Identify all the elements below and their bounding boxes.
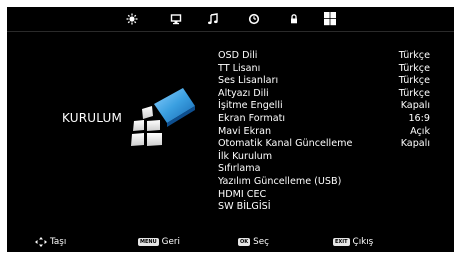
tab-channel[interactable] — [166, 10, 186, 28]
section-title: KURULUM — [62, 111, 123, 125]
menu-item-label: Yazılım Güncelleme (USB) — [218, 175, 342, 187]
menu-item-reset[interactable]: Sıfırlama — [218, 163, 448, 176]
menu-item-tt-language[interactable]: TT Lisanı Türkçe — [218, 63, 448, 76]
menu-item-label: SW BİLGİSİ — [218, 201, 271, 213]
menu-item-value: Kapalı — [400, 138, 430, 150]
menu-key-icon: MENU — [138, 238, 159, 246]
menu-item-label: OSD Dili — [218, 50, 258, 61]
bottom-hint-bar: Taşı MENU Geri OK Seç EXIT Çıkış — [7, 233, 454, 252]
hint-exit-label: Çıkış — [352, 237, 374, 247]
picture-icon — [126, 13, 138, 25]
menu-item-value: 16:9 — [408, 112, 430, 124]
ok-key-icon: OK — [238, 238, 251, 246]
tab-lock[interactable] — [284, 10, 304, 28]
clock-icon — [248, 13, 260, 25]
arrows-icon — [35, 237, 47, 247]
menu-item-auto-channel-update[interactable]: Otomatik Kanal Güncelleme Kapalı — [218, 138, 448, 151]
tab-sound[interactable] — [203, 10, 223, 28]
menu-item-label: Sıfırlama — [218, 163, 261, 175]
menu-item-value: Türkçe — [398, 75, 430, 87]
menu-item-label: Otomatik Kanal Güncelleme — [218, 138, 353, 150]
menu-item-first-installation[interactable]: İlk Kurulum — [218, 151, 448, 164]
hint-exit: EXIT Çıkış — [333, 237, 373, 247]
monitor-icon — [170, 14, 182, 25]
top-divider — [7, 31, 454, 32]
menu-item-label: Ekran Formatı — [218, 112, 286, 124]
setup-grid-icon — [324, 12, 336, 26]
tv-screen: KURULUM OSD Dili Türkçe TT Lisanı Türkçe… — [7, 7, 454, 252]
hint-select: OK Seç — [238, 237, 269, 247]
setup-menu-list: OSD Dili Türkçe TT Lisanı Türkçe Ses Lis… — [218, 50, 448, 214]
menu-item-label: İlk Kurulum — [218, 150, 273, 162]
menu-item-hdmi-cec[interactable]: HDMI CEC — [218, 189, 448, 202]
menu-item-audio-languages[interactable]: Ses Lisanları Türkçe — [218, 75, 448, 88]
tab-picture[interactable] — [122, 10, 142, 28]
menu-item-value: Türkçe — [398, 62, 430, 74]
top-tab-bar — [7, 7, 454, 31]
menu-item-label: İşitme Engelli — [218, 100, 283, 112]
menu-item-label: TT Lisanı — [218, 62, 261, 74]
exit-key-icon: EXIT — [333, 238, 350, 246]
hint-back: MENU Geri — [138, 237, 180, 247]
menu-item-label: HDMI CEC — [218, 188, 267, 200]
hint-move: Taşı — [35, 237, 66, 247]
music-note-icon — [208, 13, 218, 25]
menu-item-label: Mavi Ekran — [218, 125, 272, 137]
menu-item-sw-info[interactable]: SW BİLGİSİ — [218, 201, 448, 214]
hint-move-label: Taşı — [50, 237, 67, 247]
menu-item-screen-format[interactable]: Ekran Formatı 16:9 — [218, 113, 448, 126]
menu-item-subtitle-language[interactable]: Altyazı Dili Türkçe — [218, 88, 448, 101]
hint-select-label: Seç — [253, 237, 269, 247]
menu-item-osd-language[interactable]: OSD Dili Türkçe — [218, 50, 448, 63]
menu-item-value: Kapalı — [400, 100, 430, 112]
tab-time[interactable] — [244, 10, 264, 28]
menu-item-label: Altyazı Dili — [218, 87, 269, 99]
menu-item-value: Türkçe — [398, 87, 430, 99]
lock-icon — [291, 14, 297, 24]
menu-item-label: Ses Lisanları — [218, 75, 279, 87]
menu-item-value: Türkçe — [398, 50, 430, 61]
hint-back-label: Geri — [161, 237, 180, 247]
menu-item-software-update[interactable]: Yazılım Güncelleme (USB) — [218, 176, 448, 189]
tab-setup[interactable] — [320, 10, 340, 28]
menu-item-blue-screen[interactable]: Mavi Ekran Açık — [218, 126, 448, 139]
menu-item-value: Açık — [410, 125, 430, 137]
menu-item-hearing-impaired[interactable]: İşitme Engelli Kapalı — [218, 100, 448, 113]
setup-logo-icon — [131, 88, 195, 146]
